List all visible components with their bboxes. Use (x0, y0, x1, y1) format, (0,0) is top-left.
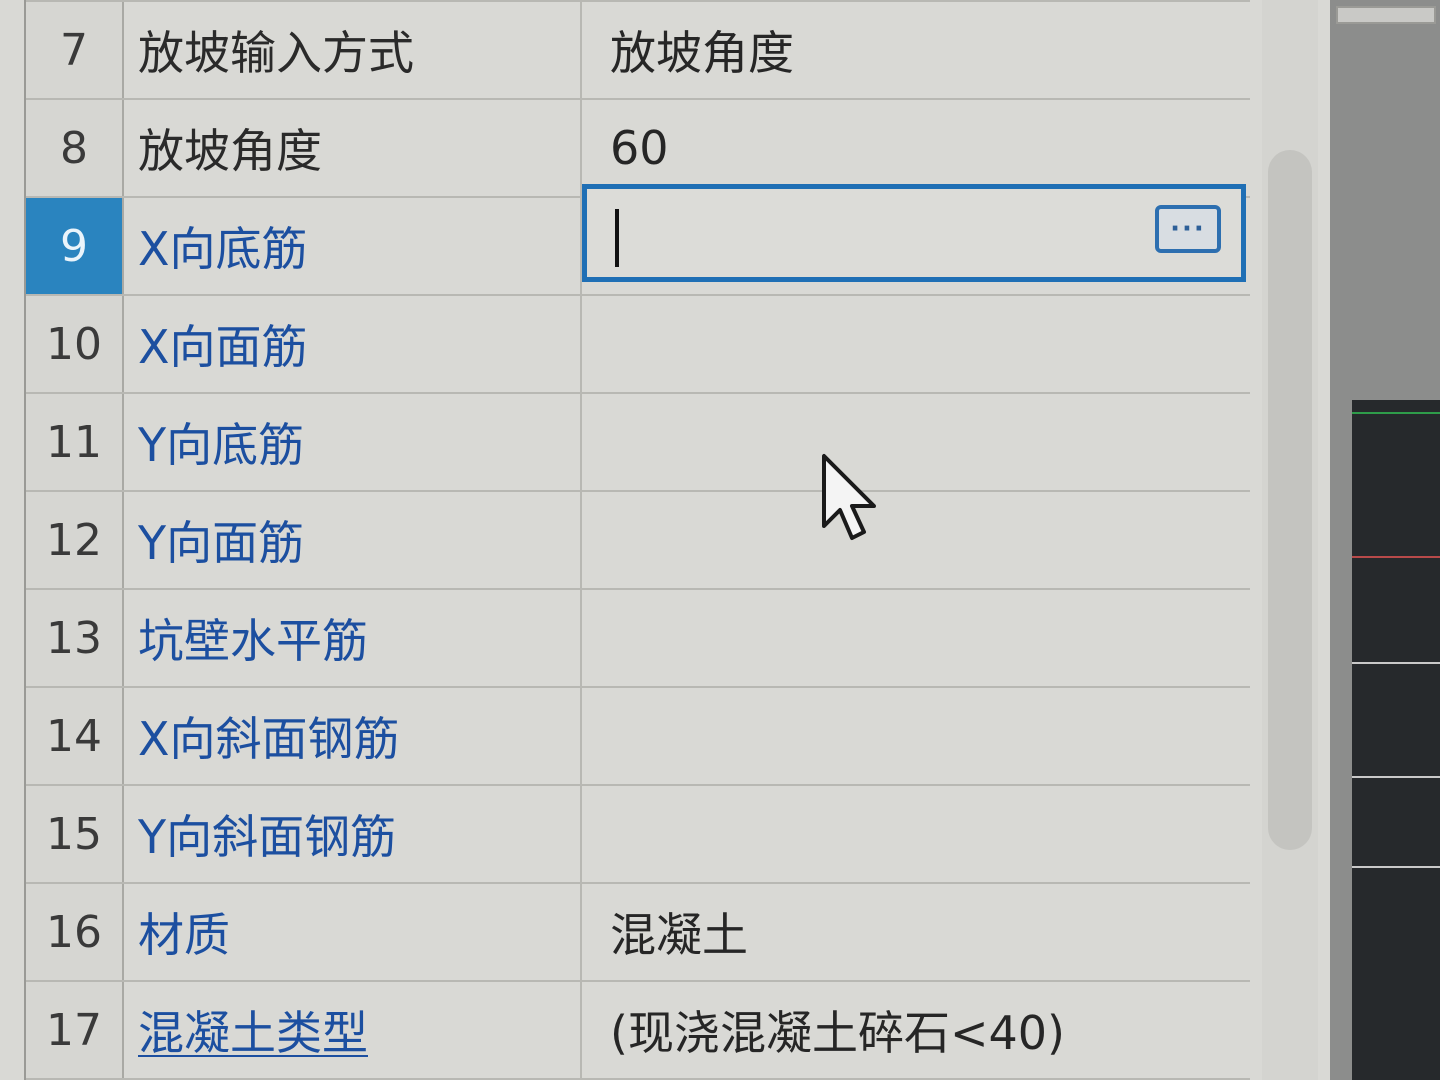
property-name: 坑壁水平筋 (124, 590, 582, 686)
arrow-pointer-icon (822, 454, 876, 540)
row-header[interactable]: 12 (26, 492, 124, 588)
table-row[interactable]: 17 混凝土类型 (现浇混凝土碎石<40) (26, 982, 1250, 1080)
table-row[interactable]: 16 材质 混凝土 (26, 884, 1250, 982)
drawing-line (1352, 866, 1440, 868)
property-name: 放坡角度 (124, 100, 582, 196)
viewport-toolbar-button[interactable] (1336, 6, 1436, 24)
drawing-line (1352, 556, 1440, 558)
property-grid: 7 放坡输入方式 放坡角度 8 放坡角度 60 9 X向底筋 ··· 10 X向… (24, 0, 1250, 1080)
property-value[interactable]: 放坡角度 (582, 2, 1250, 98)
drawing-line (1352, 776, 1440, 778)
property-name-link[interactable]: 混凝土类型 (124, 982, 582, 1078)
property-name: Y向面筋 (124, 492, 582, 588)
table-row[interactable]: 7 放坡输入方式 放坡角度 (26, 2, 1250, 100)
value-editor-input[interactable]: ··· (582, 184, 1246, 282)
text-caret (615, 209, 619, 267)
property-panel: 7 放坡输入方式 放坡角度 8 放坡角度 60 9 X向底筋 ··· 10 X向… (0, 0, 1330, 1080)
table-row[interactable]: 13 坑壁水平筋 (26, 590, 1250, 688)
property-value[interactable]: 混凝土 (582, 884, 1250, 980)
scrollbar-thumb[interactable] (1268, 150, 1312, 850)
row-header[interactable]: 7 (26, 2, 124, 98)
property-value[interactable] (582, 688, 1250, 784)
ellipsis-button[interactable]: ··· (1155, 205, 1221, 253)
row-header[interactable]: 15 (26, 786, 124, 882)
property-value[interactable] (582, 590, 1250, 686)
table-row[interactable]: 14 X向斜面钢筋 (26, 688, 1250, 786)
property-name: 放坡输入方式 (124, 2, 582, 98)
table-row-selected[interactable]: 9 X向底筋 ··· (26, 184, 1250, 296)
row-header[interactable]: 8 (26, 100, 124, 196)
row-header[interactable]: 16 (26, 884, 124, 980)
property-value[interactable] (582, 394, 1250, 490)
table-row[interactable]: 15 Y向斜面钢筋 (26, 786, 1250, 884)
drawing-line (1352, 662, 1440, 664)
property-name: Y向底筋 (124, 394, 582, 490)
property-name: X向斜面钢筋 (124, 688, 582, 784)
property-value[interactable]: 60 (582, 100, 1250, 196)
row-header[interactable]: 14 (26, 688, 124, 784)
cad-drawing-area[interactable] (1352, 400, 1440, 1080)
table-row[interactable]: 12 Y向面筋 (26, 492, 1250, 590)
row-header[interactable]: 10 (26, 296, 124, 392)
property-name: 材质 (124, 884, 582, 980)
drawing-line (1352, 412, 1440, 414)
row-header[interactable]: 11 (26, 394, 124, 490)
property-value[interactable] (582, 492, 1250, 588)
property-name: Y向斜面钢筋 (124, 786, 582, 882)
row-header[interactable]: 13 (26, 590, 124, 686)
property-value-editor-cell[interactable]: ··· (582, 184, 1250, 294)
property-name: X向面筋 (124, 296, 582, 392)
property-name: X向底筋 (124, 198, 582, 294)
table-row[interactable]: 10 X向面筋 (26, 296, 1250, 394)
row-header[interactable]: 17 (26, 982, 124, 1078)
ellipsis-icon: ··· (1170, 214, 1206, 244)
property-value[interactable] (582, 786, 1250, 882)
row-header[interactable]: 9 (26, 198, 124, 294)
table-row[interactable]: 11 Y向底筋 (26, 394, 1250, 492)
screen: 7 放坡输入方式 放坡角度 8 放坡角度 60 9 X向底筋 ··· 10 X向… (0, 0, 1440, 1080)
property-value[interactable]: (现浇混凝土碎石<40) (582, 982, 1250, 1078)
property-value[interactable] (582, 296, 1250, 392)
